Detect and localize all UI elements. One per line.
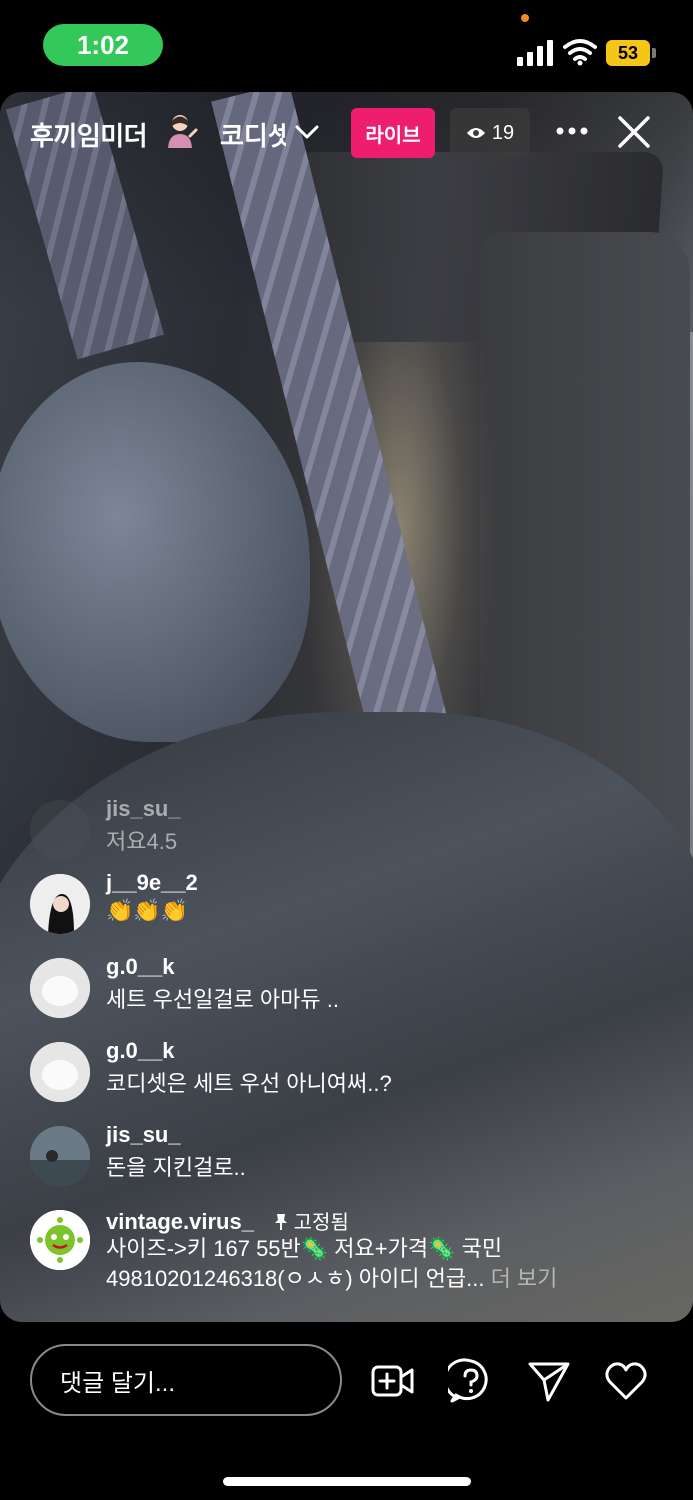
default-avatar-icon [30, 1042, 90, 1102]
comment-username[interactable]: g.0__k [106, 954, 175, 980]
user-photo-icon [30, 874, 90, 934]
avatar[interactable] [30, 1126, 90, 1186]
live-video[interactable] [0, 92, 693, 1322]
comment-text: 👏👏👏 [106, 898, 189, 923]
viewer-count-badge[interactable]: 19 [450, 108, 530, 158]
comment-username[interactable]: jis_su_ [106, 1122, 181, 1148]
host-name[interactable]: 후끼임미더 [30, 116, 148, 153]
bottom-bar: 댓글 달기... [0, 1322, 693, 1500]
status-time: 1:02 [43, 24, 163, 66]
avatar[interactable] [30, 1210, 90, 1270]
comment-text: 저요4.5 [106, 829, 178, 854]
default-avatar-icon [30, 958, 90, 1018]
live-header: 후끼임미더 코디셋 라이브 19 [0, 92, 693, 174]
avatar[interactable] [30, 874, 90, 934]
live-title[interactable]: 코디셋 [220, 116, 286, 153]
pinned-label: 고정됨 [293, 1212, 349, 1234]
comment-username[interactable]: j__9e__2 [106, 870, 198, 896]
mic-indicator-dot [521, 14, 529, 22]
comment-input[interactable]: 댓글 달기... [30, 1344, 342, 1416]
comment-text: 코디셋은 세트 우선 아니여써..? [106, 1071, 392, 1096]
pin-icon [275, 1214, 288, 1230]
newsboy-cap [0, 362, 310, 742]
see-more-link[interactable]: 더 보기 [491, 1266, 558, 1291]
question-icon[interactable] [448, 1358, 494, 1404]
send-icon[interactable] [526, 1358, 572, 1404]
chevron-down-icon[interactable] [294, 122, 320, 142]
cellular-signal-icon [517, 40, 553, 66]
battery-level: 53 [606, 40, 650, 66]
more-options-icon[interactable] [552, 116, 592, 146]
status-bar: 1:02 53 [0, 0, 693, 92]
live-badge: 라이브 [351, 108, 435, 158]
avatar[interactable] [30, 958, 90, 1018]
user-photo-icon [30, 1126, 90, 1186]
add-guest-video-icon[interactable] [370, 1358, 416, 1404]
pinned-comment-text: 사이즈->키 167 55반🦠 저요+가격🦠 국민 49810201246318… [106, 1234, 666, 1294]
avatar[interactable] [30, 800, 90, 860]
wifi-icon [563, 39, 597, 66]
comment-username[interactable]: g.0__k [106, 1038, 175, 1064]
heart-icon[interactable] [603, 1358, 649, 1404]
pinned-comment-line: 사이즈->키 167 55반🦠 저요+가격🦠 국민 [106, 1236, 503, 1261]
comment-text: 돈을 지킨걸로.. [106, 1155, 246, 1180]
close-icon[interactable] [614, 112, 654, 152]
person-tipping-hand-icon [168, 115, 198, 148]
pinned-comment-header: vintage.virus_ 고정됨 [106, 1206, 349, 1235]
pinned-label-group: 고정됨 [274, 1212, 349, 1234]
viewer-count: 19 [491, 121, 515, 144]
pinned-comment-line-text: 49810201246318(ㅇㅅㅎ) 아이디 언급... [106, 1266, 485, 1291]
pinned-comment-line: 49810201246318(ㅇㅅㅎ) 아이디 언급... 더 보기 [106, 1264, 666, 1294]
comment-username[interactable]: jis_su_ [106, 796, 181, 822]
comment-text: 세트 우선일걸로 아마듀 .. [106, 987, 339, 1012]
home-indicator[interactable] [223, 1477, 471, 1486]
avatar[interactable] [30, 1042, 90, 1102]
virus-mascot-icon [30, 1210, 90, 1270]
comment-username[interactable]: vintage.virus_ [106, 1209, 254, 1234]
eye-icon [466, 128, 485, 138]
battery-icon: 53 [606, 40, 656, 66]
